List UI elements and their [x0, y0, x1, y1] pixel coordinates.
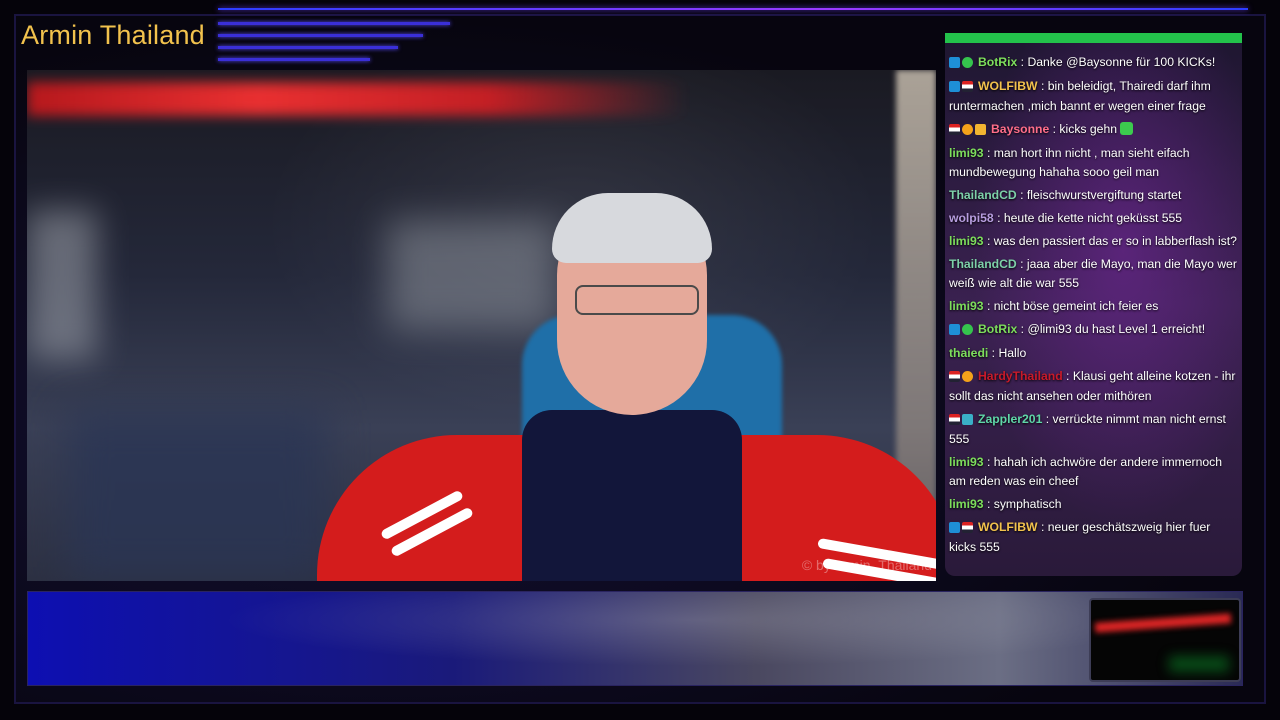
flag-badge-icon: [949, 371, 960, 382]
chat-badges: [949, 519, 975, 538]
bot-badge-icon: [949, 522, 960, 533]
chat-text: symphatisch: [993, 497, 1062, 511]
background-red-light: [27, 82, 687, 116]
chat-separator: :: [983, 497, 994, 511]
chat-separator: :: [983, 455, 994, 469]
background-blur: [27, 210, 97, 360]
chat-username[interactable]: BotRix: [978, 55, 1017, 69]
chat-message: ThailandCD : jaaa aber die Mayo, man die…: [949, 255, 1237, 293]
streamer-hair: [552, 193, 712, 263]
chat-separator: :: [1062, 369, 1073, 383]
chat-username[interactable]: WOLFIBW: [978, 79, 1038, 93]
chat-message: WOLFIBW : neuer geschätszweig hier fuer …: [949, 518, 1237, 557]
navy-shirt: [522, 410, 742, 581]
bottom-banner: [27, 591, 1243, 686]
chat-badges: [949, 54, 975, 73]
stream-title: Armin Thailand: [21, 20, 205, 50]
chat-username[interactable]: ThailandCD: [949, 188, 1017, 202]
chat-text: nicht böse gemeint ich feier es: [993, 299, 1159, 313]
chat-panel[interactable]: BotRix : Danke @Baysonne für 100 KICKs! W…: [945, 33, 1242, 576]
video-watermark: © by Armin_Thailand: [801, 557, 932, 573]
chat-username[interactable]: thaiedi: [949, 346, 988, 360]
title-decor-bars: [218, 22, 458, 66]
chat-message: WOLFIBW : bin beleidigt, Thairedi darf i…: [949, 77, 1237, 116]
chat-separator: :: [988, 346, 999, 360]
chat-separator: :: [1037, 520, 1048, 534]
chat-username[interactable]: limi93: [949, 299, 984, 313]
chat-badges: [949, 368, 975, 387]
chat-username[interactable]: limi93: [949, 497, 984, 511]
chat-message: Zappler201 : verrückte nimmt man nicht e…: [949, 410, 1237, 449]
flag-badge-icon: [962, 81, 973, 92]
chat-text: fleischwurstvergiftung startet: [1026, 188, 1182, 202]
chat-badges: [949, 121, 988, 140]
chat-separator: :: [1016, 188, 1027, 202]
chat-message-list[interactable]: BotRix : Danke @Baysonne für 100 KICKs! W…: [949, 53, 1237, 561]
chat-text: @limi93 du hast Level 1 erreicht!: [1027, 322, 1206, 336]
chat-username[interactable]: limi93: [949, 146, 984, 160]
chat-text: Hallo: [998, 346, 1027, 360]
chat-separator: :: [993, 211, 1004, 225]
chat-separator: :: [1049, 122, 1060, 136]
bot-badge-icon: [949, 57, 960, 68]
chat-message: limi93 : nicht böse gemeint ich feier es: [949, 297, 1237, 316]
chat-username[interactable]: BotRix: [978, 322, 1017, 336]
chat-separator: :: [983, 234, 994, 248]
level-one-badge-icon: [962, 124, 973, 135]
chat-message: wolpi58 : heute die kette nicht geküsst …: [949, 209, 1237, 228]
chat-text: was den passiert das er so in labberflas…: [993, 234, 1237, 248]
chat-username[interactable]: limi93: [949, 455, 984, 469]
chat-separator: :: [1042, 412, 1053, 426]
verified-badge-icon: [962, 324, 973, 335]
green-glow: [1169, 656, 1229, 672]
flag-badge-icon: [949, 124, 960, 135]
bot-badge-icon: [949, 324, 960, 335]
top-accent-line: [218, 8, 1248, 10]
glasses: [575, 285, 699, 315]
chat-message: ThailandCD : fleischwurstvergiftung star…: [949, 186, 1237, 205]
chat-username[interactable]: HardyThailand: [978, 369, 1063, 383]
flag-badge-icon: [949, 414, 960, 425]
chat-badges: [949, 411, 975, 430]
chat-separator: :: [1017, 322, 1028, 336]
chat-message: thaiedi : Hallo: [949, 344, 1237, 363]
chat-badges: [949, 78, 975, 97]
flag-badge-icon: [962, 522, 973, 533]
chat-username[interactable]: WOLFIBW: [978, 520, 1038, 534]
background-blur: [67, 410, 327, 580]
chat-message: limi93 : was den passiert das er so in l…: [949, 232, 1237, 251]
red-light-streak: [1094, 613, 1232, 633]
chat-text: heute die kette nicht geküsst 555: [1003, 211, 1183, 225]
chat-username[interactable]: wolpi58: [949, 211, 994, 225]
streamer: [317, 165, 936, 581]
chat-username[interactable]: limi93: [949, 234, 984, 248]
chat-message: BotRix : Danke @Baysonne für 100 KICKs!: [949, 53, 1237, 73]
verified-badge-icon: [962, 57, 973, 68]
chat-separator: :: [983, 146, 994, 160]
chat-text: kicks gehn: [1059, 122, 1118, 136]
bot-badge-icon: [949, 81, 960, 92]
chat-message: limi93 : hahah ich achwöre der andere im…: [949, 453, 1237, 491]
chat-separator: :: [1017, 55, 1028, 69]
chat-message: HardyThailand : Klausi geht alleine kotz…: [949, 367, 1237, 406]
chat-separator: :: [1037, 79, 1048, 93]
secondary-camera-box: [1089, 598, 1241, 682]
chat-separator: :: [1016, 257, 1027, 271]
emote-icon: [1120, 122, 1134, 135]
chat-username[interactable]: Zappler201: [978, 412, 1042, 426]
chat-separator: :: [983, 299, 994, 313]
chat-username[interactable]: ThailandCD: [949, 257, 1017, 271]
chat-username[interactable]: Baysonne: [991, 122, 1049, 136]
chat-message: Baysonne : kicks gehn: [949, 120, 1237, 140]
chat-top-bar: [945, 33, 1242, 43]
level-one-badge-icon: [962, 371, 973, 382]
gift-badge-icon: [962, 414, 973, 425]
chat-message: limi93 : man hort ihn nicht , man sieht …: [949, 144, 1237, 182]
chat-badges: [949, 321, 975, 340]
chat-message: limi93 : symphatisch: [949, 495, 1237, 514]
chat-message: BotRix : @limi93 du hast Level 1 erreich…: [949, 320, 1237, 340]
chat-text: Danke @Baysonne für 100 KICKs!: [1027, 55, 1216, 69]
crown-badge-icon: [975, 124, 986, 135]
webcam-video[interactable]: © by Armin_Thailand: [27, 70, 936, 581]
